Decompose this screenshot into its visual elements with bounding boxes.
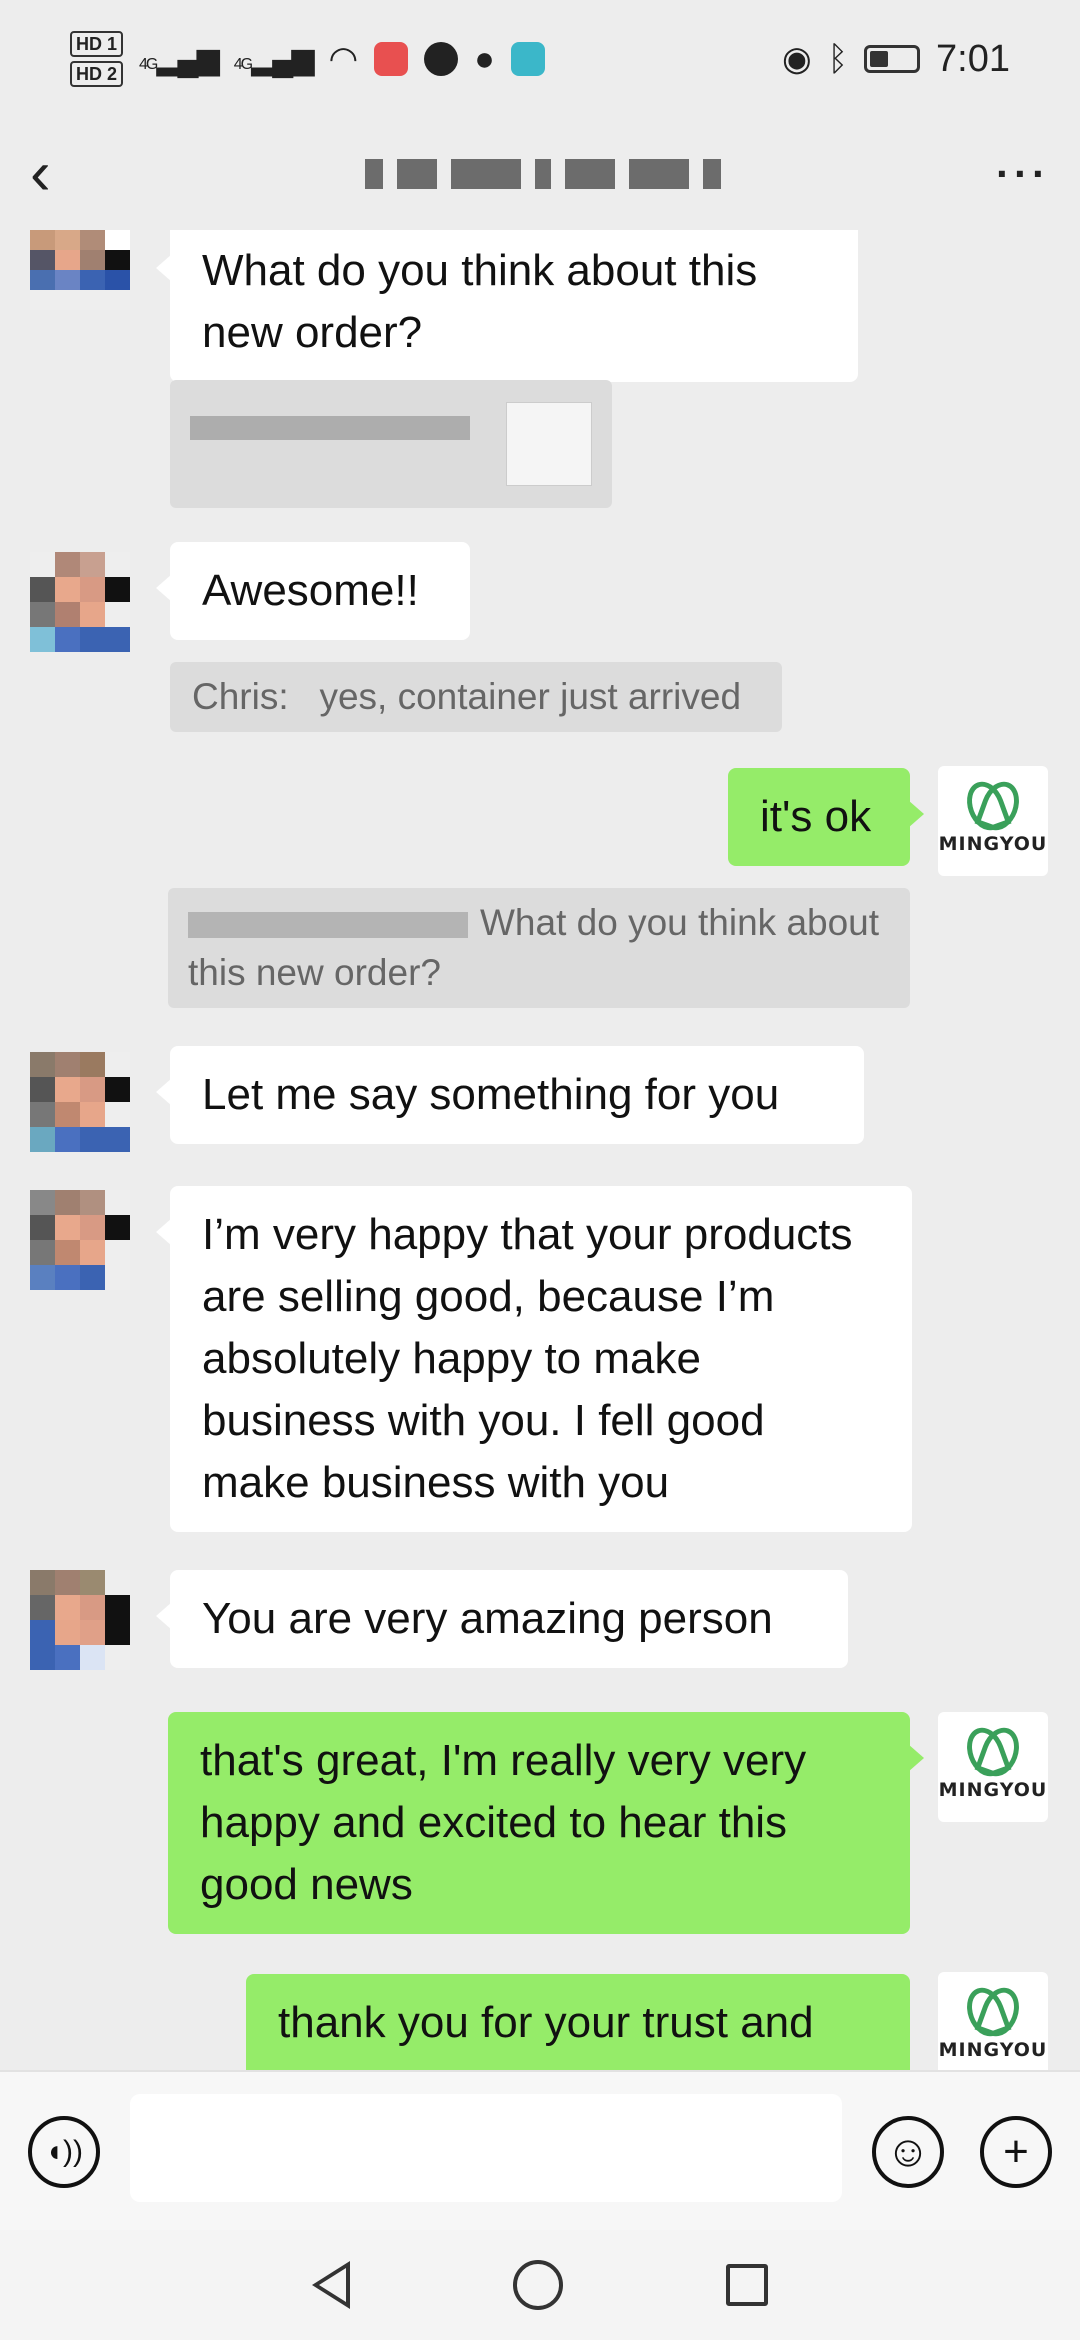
user-avatar[interactable]: MINGYOU	[938, 1972, 1048, 2070]
nav-back-icon[interactable]	[311, 2261, 350, 2309]
signal-icon-2: 4G▂▄▆	[233, 42, 315, 76]
wifi-icon: ◠	[328, 40, 359, 78]
mingyou-leaf-icon	[966, 1733, 1020, 1779]
message-bubble[interactable]: You are very amazing person	[156, 1570, 848, 1668]
contact-avatar[interactable]	[30, 552, 130, 652]
quote-text: yes, container just arrived	[319, 676, 742, 717]
sf-express-icon	[424, 42, 459, 76]
message-bubble[interactable]: Let me say something for you	[156, 1046, 864, 1144]
file-attachment-card[interactable]	[170, 380, 612, 508]
file-name-redacted	[190, 416, 470, 440]
message-bubble[interactable]: that's great, I'm really very very happy…	[168, 1712, 924, 1934]
sim-indicators: HD 1 HD 2	[70, 31, 124, 87]
eye-icon: ◉	[781, 40, 812, 78]
status-bar: HD 1 HD 2 4G▂▄▆ 4G▂▄▆ ◠ ● ◉ ᛒ 7:01	[0, 0, 1080, 118]
voice-icon[interactable]: ◖))	[28, 2116, 100, 2188]
chat-header: ‹ ···	[0, 118, 1080, 230]
quoted-reply[interactable]: Chris: yes, container just arrived	[170, 662, 782, 732]
user-avatar[interactable]: MINGYOU	[938, 1712, 1048, 1822]
clock: 7:01	[936, 37, 1010, 80]
brand-name: MINGYOU	[938, 1779, 1048, 1801]
emoji-icon[interactable]: ☺	[872, 2116, 944, 2188]
status-left: HD 1 HD 2 4G▂▄▆ 4G▂▄▆ ◠ ●	[70, 31, 545, 87]
plus-icon[interactable]: +	[980, 2116, 1052, 2188]
brand-name: MINGYOU	[938, 2039, 1048, 2061]
message-composer: ◖)) ☺ +	[0, 2070, 1080, 2230]
message-bubble[interactable]: it's ok	[728, 768, 924, 866]
message-bubble[interactable]: What do you think about this new order?	[156, 230, 858, 382]
nav-home-icon[interactable]	[512, 2260, 563, 2310]
app-notification-icon	[374, 42, 409, 76]
contact-avatar[interactable]	[30, 1190, 130, 1290]
chat-title-redacted	[365, 159, 722, 189]
message-bubble[interactable]: I’m very happy that your products are se…	[156, 1186, 912, 1532]
more-dots-icon[interactable]: ···	[996, 150, 1050, 198]
nav-recents-icon[interactable]	[726, 2264, 769, 2306]
hd1-badge: HD 1	[70, 31, 124, 57]
brand-name: MINGYOU	[938, 833, 1048, 855]
battery-icon	[864, 45, 921, 73]
contact-avatar[interactable]	[30, 1570, 130, 1670]
app-icon	[510, 42, 545, 76]
message-input[interactable]	[130, 2094, 842, 2202]
system-nav-bar	[0, 2230, 1080, 2340]
message-bubble[interactable]: Awesome!!	[156, 542, 470, 640]
quote-author-redacted	[188, 912, 468, 939]
message-bubble[interactable]: thank you for your trust and	[246, 1974, 910, 2070]
quoted-reply[interactable]: What do you think about this new order?	[168, 888, 910, 1008]
contact-avatar[interactable]	[30, 1052, 130, 1152]
quote-author: Chris:	[192, 676, 289, 717]
spreadsheet-icon	[506, 402, 592, 486]
message-list[interactable]: What do you think about this new order? …	[0, 230, 1080, 2070]
hd2-badge: HD 2	[70, 61, 124, 87]
chevron-left-icon[interactable]: ‹	[30, 143, 90, 205]
bluetooth-icon: ᛒ	[827, 39, 849, 78]
mingyou-leaf-icon	[966, 787, 1020, 833]
signal-icon-1: 4G▂▄▆	[139, 42, 220, 76]
contact-avatar[interactable]	[30, 230, 130, 310]
status-right: ◉ ᛒ 7:01	[782, 38, 1010, 81]
chat-bubble-icon: ●	[474, 39, 495, 78]
user-avatar[interactable]: MINGYOU	[938, 766, 1048, 876]
mingyou-leaf-icon	[966, 1993, 1020, 2039]
